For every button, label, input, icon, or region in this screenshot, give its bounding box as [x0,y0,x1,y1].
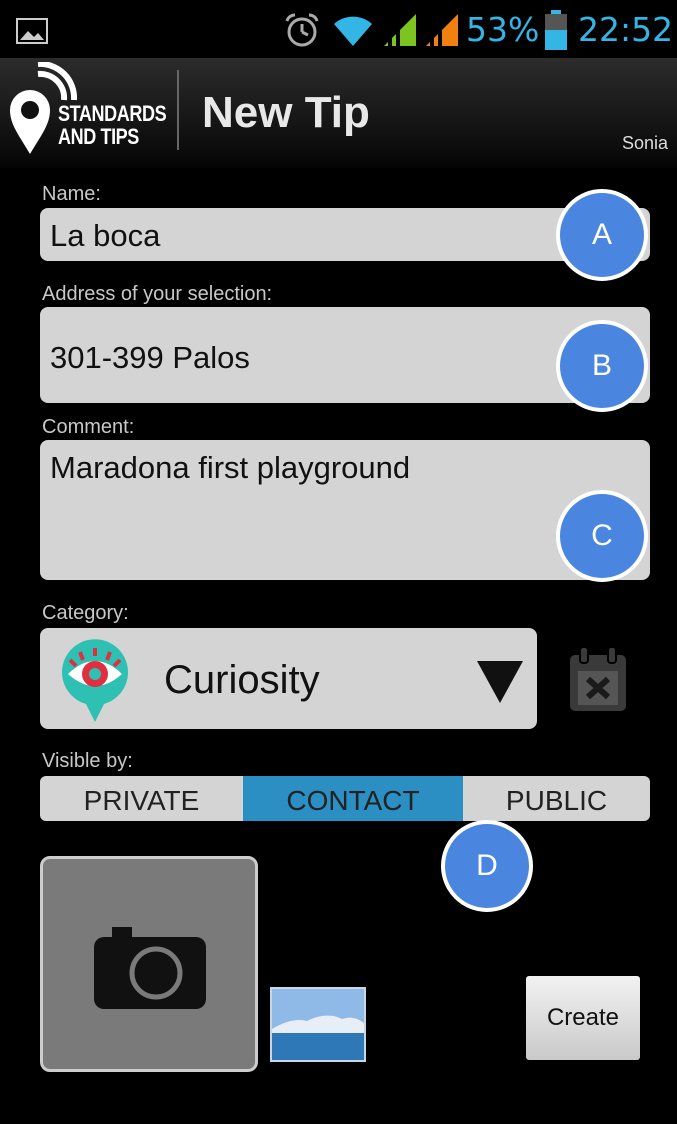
name-value: La boca [50,218,161,253]
create-button[interactable]: Create [526,976,640,1060]
logo-text-line1: STANDARDS [58,101,167,126]
clock-time: 22:52 [578,10,674,49]
landscape-image-icon [272,989,364,1060]
gallery-thumbnail-image[interactable] [270,987,366,1062]
marker-b: B [556,320,648,412]
camera-icon [94,927,206,1009]
take-photo-button[interactable] [40,856,258,1072]
category-spinner[interactable]: Curiosity [40,628,537,729]
status-bar: 53% 22:52 [0,0,677,58]
signal-icon [384,14,416,46]
dropdown-arrow-icon [477,661,523,703]
alarm-clock-icon [285,13,319,47]
marker-d: D [441,820,533,912]
visibility-segmented-control: PRIVATE CONTACT PUBLIC [40,776,650,821]
marker-c: C [556,490,648,582]
comment-label: Comment: [42,416,135,438]
name-label: Name: [42,183,101,205]
image-notification-icon [16,18,48,44]
battery-icon [545,10,567,50]
user-name: Sonia [622,133,669,153]
visibility-contact-option[interactable]: CONTACT [243,776,463,821]
action-bar-divider [177,70,179,150]
category-label: Category: [42,602,129,624]
visibility-public-option[interactable]: PUBLIC [463,776,650,821]
logo-text-line2: AND TIPS [58,124,139,149]
wifi-icon [334,16,372,46]
marker-a: A [556,189,648,281]
signal-icon [426,14,458,46]
address-value: 301-399 Palos [50,340,250,375]
curiosity-eye-icon [62,639,128,722]
visibility-private-option[interactable]: PRIVATE [40,776,243,821]
calendar-delete-icon[interactable] [568,645,628,713]
comment-value: Maradona first playground [50,450,411,485]
page-title: New Tip [202,88,370,137]
battery-percent: 53% [466,10,540,49]
comment-field[interactable]: Maradona first playground [40,440,650,580]
address-label: Address of your selection: [42,283,273,305]
category-value: Curiosity [164,658,320,702]
visible-label: Visible by: [42,750,133,772]
